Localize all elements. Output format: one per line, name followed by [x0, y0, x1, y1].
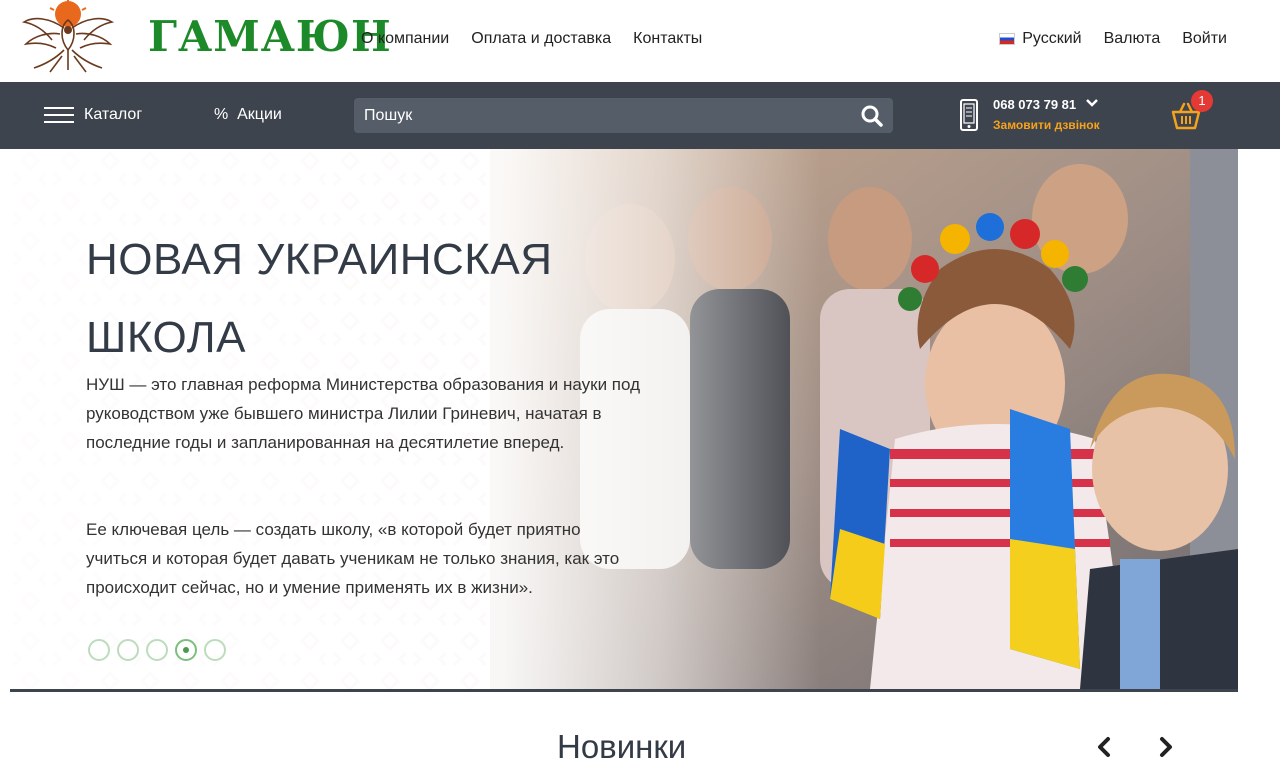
slider-dot[interactable]	[88, 639, 110, 661]
phone-icon	[960, 99, 978, 131]
search-box	[354, 98, 893, 133]
top-nav: О компании Оплата и доставка Контакты	[361, 30, 702, 48]
top-bar: ГАМАЮН О компании Оплата и доставка Конт…	[0, 0, 1280, 82]
phone-number[interactable]: 068 073 79 81	[993, 97, 1076, 112]
promo-button[interactable]: % Акции	[214, 106, 282, 124]
slider-pagination	[88, 639, 226, 661]
brand-name: ГАМАЮН	[148, 12, 392, 61]
flag-ru-icon	[999, 32, 1016, 45]
nav-about[interactable]: О компании	[361, 30, 449, 48]
nav-contacts[interactable]: Контакты	[633, 30, 702, 48]
top-right-menu: Русский Валюта Войти	[999, 30, 1227, 48]
arrow-left-icon[interactable]	[1094, 736, 1114, 758]
chevron-down-icon[interactable]	[1086, 97, 1098, 109]
main-toolbar: Каталог % Акции 068 073 79 81 Замовити д…	[0, 82, 1280, 149]
menu-icon	[44, 107, 74, 123]
currency-selector[interactable]: Валюта	[1104, 30, 1161, 48]
hero-title: НОВАЯ УКРАИНСКАЯ ШКОЛА	[86, 235, 553, 362]
arrow-right-icon[interactable]	[1156, 736, 1176, 758]
firebird-logo-icon	[21, 0, 115, 73]
hero-paragraph-2: Ее ключевая цель — создать школу, «в кот…	[86, 520, 620, 597]
search-input[interactable]	[354, 98, 854, 133]
catalog-button[interactable]: Каталог	[44, 106, 142, 124]
search-icon[interactable]	[861, 105, 883, 127]
login-link[interactable]: Войти	[1182, 30, 1227, 48]
slider-dot-active[interactable]	[175, 639, 197, 661]
callback-link[interactable]: Замовити дзвінок	[993, 118, 1100, 132]
cart-count-badge: 1	[1191, 90, 1213, 112]
section-title: Новинки	[557, 728, 687, 765]
site-logo[interactable]: ГАМАЮН	[20, 0, 391, 76]
language-selector[interactable]: Русский	[999, 30, 1082, 48]
hero-paragraph-1: НУШ — это главная реформа Министерства о…	[86, 375, 641, 452]
hero-bottom-border	[10, 689, 1238, 692]
slider-dot[interactable]	[117, 639, 139, 661]
slider-dot[interactable]	[204, 639, 226, 661]
slider-dot[interactable]	[146, 639, 168, 661]
language-label: Русский	[1022, 30, 1082, 47]
hero-slider: НОВАЯ УКРАИНСКАЯ ШКОЛА НУШ — это главная…	[10, 149, 1238, 689]
nav-payment-delivery[interactable]: Оплата и доставка	[471, 30, 611, 48]
catalog-label: Каталог	[84, 106, 143, 123]
